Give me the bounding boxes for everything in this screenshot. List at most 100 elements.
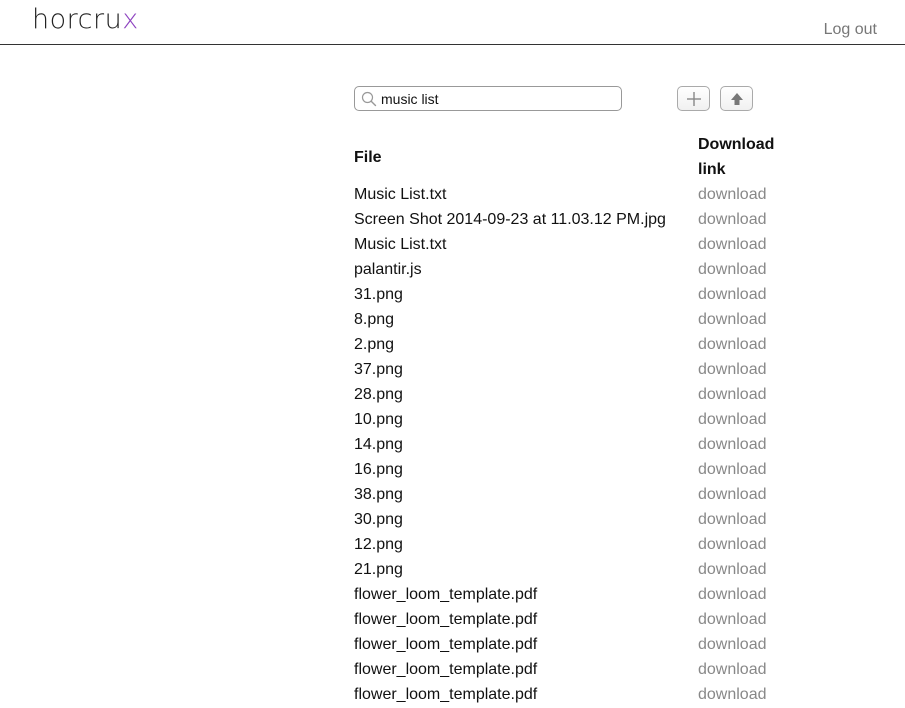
file-name-cell: 28.png: [354, 386, 403, 403]
table-row: palantir.js download: [354, 257, 788, 282]
download-cell: download: [698, 282, 788, 307]
table-row: flower_loom_template.pdf download: [354, 582, 788, 607]
file-name-cell: Music List.txt: [354, 186, 447, 203]
file-name-cell: 21.png: [354, 561, 403, 578]
table-row: 28.png download: [354, 382, 788, 407]
table-row: Screen Shot 2014-09-23 at 11.03.12 PM.jp…: [354, 207, 788, 232]
file-table: File Download link Music List.txt download…: [354, 132, 788, 707]
file-name-cell: Screen Shot 2014-09-23 at 11.03.12 PM.jp…: [354, 211, 666, 228]
upload-button[interactable]: [720, 86, 753, 111]
app-logo[interactable]: horcrux: [32, 4, 139, 35]
download-cell: download: [698, 357, 788, 382]
download-cell: download: [698, 507, 788, 532]
search-box[interactable]: [354, 86, 622, 111]
table-row: flower_loom_template.pdf download: [354, 657, 788, 682]
download-cell: download: [698, 232, 788, 257]
download-link[interactable]: download: [698, 386, 767, 403]
table-row: 21.png download: [354, 557, 788, 582]
download-link[interactable]: download: [698, 286, 767, 303]
download-link[interactable]: download: [698, 561, 767, 578]
download-cell: download: [698, 557, 788, 582]
table-row: 14.png download: [354, 432, 788, 457]
file-table-container: File Download link Music List.txt download…: [354, 132, 788, 707]
file-name-cell: 8.png: [354, 311, 395, 328]
table-header-row: File Download link: [354, 132, 788, 182]
add-file-button[interactable]: [677, 86, 710, 111]
file-name-cell: 37.png: [354, 361, 403, 378]
download-link[interactable]: download: [698, 686, 767, 703]
table-row: flower_loom_template.pdf download: [354, 632, 788, 657]
table-row: Music List.txt download: [354, 182, 788, 207]
download-link[interactable]: download: [698, 236, 767, 253]
download-link[interactable]: download: [698, 536, 767, 553]
table-row: 38.png download: [354, 482, 788, 507]
search-input[interactable]: [381, 89, 617, 108]
logo-accent-letter: x: [122, 4, 139, 35]
download-link[interactable]: download: [698, 211, 767, 228]
download-link[interactable]: download: [698, 636, 767, 653]
download-link[interactable]: download: [698, 361, 767, 378]
download-cell: download: [698, 432, 788, 457]
download-cell: download: [698, 682, 788, 707]
download-link[interactable]: download: [698, 261, 767, 278]
table-row: flower_loom_template.pdf download: [354, 682, 788, 707]
download-link-column-header: Download link: [698, 132, 788, 182]
file-name-cell: flower_loom_template.pdf: [354, 661, 538, 678]
download-cell: download: [698, 382, 788, 407]
download-cell: download: [698, 482, 788, 507]
file-table-body: Music List.txt download Screen Shot 2014-0…: [354, 182, 788, 707]
file-name-cell: flower_loom_template.pdf: [354, 686, 538, 703]
download-link[interactable]: download: [698, 436, 767, 453]
table-row: 37.png download: [354, 357, 788, 382]
download-cell: download: [698, 657, 788, 682]
download-link[interactable]: download: [698, 586, 767, 603]
download-link[interactable]: download: [698, 611, 767, 628]
download-cell: download: [698, 582, 788, 607]
download-link[interactable]: download: [698, 311, 767, 328]
logout-link[interactable]: Log out: [824, 21, 877, 39]
file-name-cell: 14.png: [354, 436, 403, 453]
download-cell: download: [698, 607, 788, 632]
file-name-cell: flower_loom_template.pdf: [354, 611, 538, 628]
table-row: 12.png download: [354, 532, 788, 557]
download-link[interactable]: download: [698, 511, 767, 528]
download-cell: download: [698, 332, 788, 357]
download-cell: download: [698, 307, 788, 332]
table-row: 2.png download: [354, 332, 788, 357]
table-row: 30.png download: [354, 507, 788, 532]
table-row: flower_loom_template.pdf download: [354, 607, 788, 632]
download-cell: download: [698, 257, 788, 282]
logo-text: horcru: [32, 4, 123, 35]
file-name-cell: 31.png: [354, 286, 403, 303]
download-cell: download: [698, 532, 788, 557]
file-column-header: File: [354, 148, 382, 166]
download-link[interactable]: download: [698, 661, 767, 678]
download-header-line1: Download: [698, 136, 775, 153]
plus-icon: [687, 92, 701, 106]
file-name-cell: 16.png: [354, 461, 403, 478]
download-cell: download: [698, 182, 788, 207]
file-name-cell: 30.png: [354, 511, 403, 528]
table-row: Music List.txt download: [354, 232, 788, 257]
app-header: horcrux Log out: [0, 0, 905, 45]
download-cell: download: [698, 632, 788, 657]
download-header-line2: link: [698, 161, 726, 178]
file-name-cell: 12.png: [354, 536, 403, 553]
file-name-cell: flower_loom_template.pdf: [354, 636, 538, 653]
table-row: 8.png download: [354, 307, 788, 332]
download-cell: download: [698, 457, 788, 482]
file-name-cell: flower_loom_template.pdf: [354, 586, 538, 603]
file-name-cell: 2.png: [354, 336, 395, 353]
file-name-cell: 10.png: [354, 411, 403, 428]
file-name-cell: Music List.txt: [354, 236, 447, 253]
download-link[interactable]: download: [698, 336, 767, 353]
search-icon: [361, 91, 377, 107]
file-name-cell: palantir.js: [354, 261, 422, 278]
table-row: 16.png download: [354, 457, 788, 482]
download-link[interactable]: download: [698, 411, 767, 428]
download-link[interactable]: download: [698, 186, 767, 203]
download-link[interactable]: download: [698, 461, 767, 478]
upload-arrow-icon: [731, 93, 743, 105]
download-cell: download: [698, 207, 788, 232]
download-link[interactable]: download: [698, 486, 767, 503]
